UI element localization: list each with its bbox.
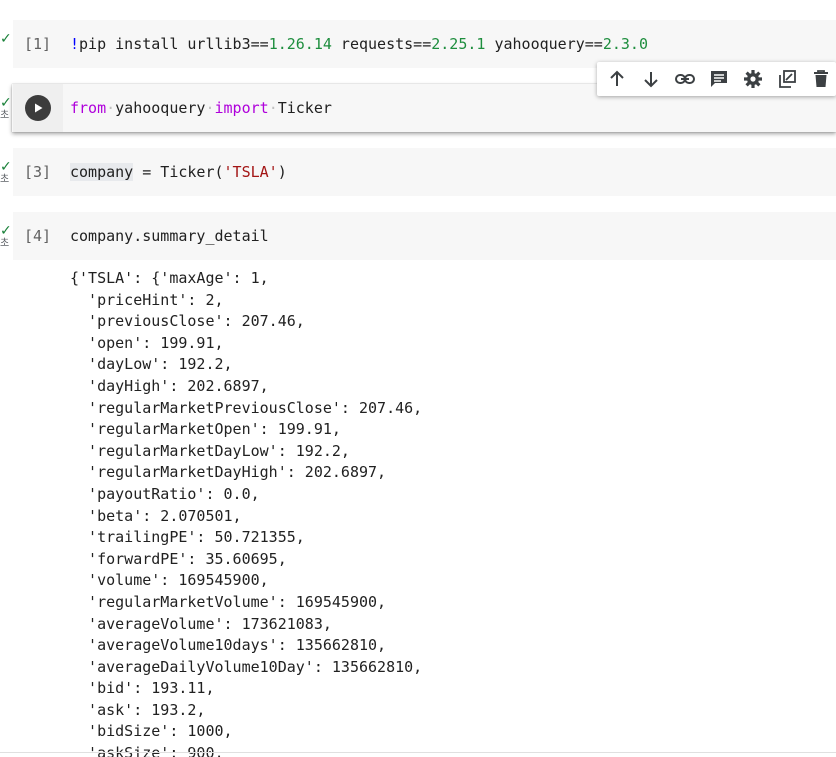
code-cell-4[interactable]: ✓ 초 [4] company.summary_detail xyxy=(0,212,836,260)
output-line: 'payoutRatio': 0.0, xyxy=(70,484,260,503)
code-token: ! xyxy=(70,35,80,53)
code-token: pip install urllib3== xyxy=(79,35,269,53)
mirror-cell-button[interactable] xyxy=(773,65,801,93)
execution-count: [1] xyxy=(24,35,52,53)
code-token: · xyxy=(106,99,116,117)
link-icon xyxy=(675,74,695,84)
checkmark-icon: ✓ xyxy=(0,95,12,111)
checkmark-icon: ✓ xyxy=(0,223,12,239)
move-down-button[interactable] xyxy=(637,65,665,93)
output-line: 'previousClose': 207.46, xyxy=(70,312,305,331)
code-token: 'TSLA' xyxy=(223,163,278,181)
move-up-button[interactable] xyxy=(603,65,631,93)
output-line: 'ask': 193.2, xyxy=(70,700,206,719)
divider xyxy=(0,752,836,753)
code-token: ) xyxy=(277,163,287,181)
output-line: 'regularMarketVolume': 169545900, xyxy=(70,592,387,611)
run-cell-button[interactable] xyxy=(13,84,63,132)
output-line: 'regularMarketOpen': 199.91, xyxy=(70,420,341,439)
cell-gutter: ✓ [1] xyxy=(0,20,62,68)
exec-time-label: 초 xyxy=(0,174,10,185)
output-line: 'averageVolume': 173621083, xyxy=(70,614,332,633)
gear-icon xyxy=(744,70,762,88)
exec-time-label: 초 xyxy=(0,110,10,121)
output-line: 'askSize': 900, xyxy=(70,744,224,757)
checkmark-icon: ✓ xyxy=(0,159,12,175)
code-token: import xyxy=(214,99,269,117)
code-token: company xyxy=(70,163,134,181)
code-cell-1[interactable]: ✓ [1] ! pip install urllib3== 1.26.14 requ… xyxy=(0,20,836,68)
output-line: 'trailingPE': 50.721355, xyxy=(70,528,305,547)
code-token: = Ticker( xyxy=(133,163,224,181)
output-line: 'bid': 193.11, xyxy=(70,679,215,698)
output-line: {'TSLA': {'maxAge': 1, xyxy=(70,269,269,287)
checkmark-icon: ✓ xyxy=(0,31,12,47)
play-icon xyxy=(25,95,51,121)
execution-count: [3] xyxy=(24,163,52,181)
output-line: 'regularMarketPreviousClose': 207.46, xyxy=(70,398,423,417)
output-line: 'bidSize': 1000, xyxy=(70,722,233,741)
execution-count: [4] xyxy=(24,227,52,245)
comment-button[interactable] xyxy=(705,65,733,93)
code-editor[interactable]: from · yahooquery · import · Ticker xyxy=(70,84,332,132)
code-editor[interactable]: company.summary_detail xyxy=(70,212,269,260)
output-line: 'dayLow': 192.2, xyxy=(70,355,233,374)
cell-output: {'TSLA': {'maxAge': 1, 'priceHint': 2, '… xyxy=(70,268,836,757)
comment-icon xyxy=(711,71,727,87)
settings-button[interactable] xyxy=(739,65,767,93)
delete-button[interactable] xyxy=(807,65,835,93)
output-line: 'volume': 169545900, xyxy=(70,571,269,590)
output-line: 'forwardPE': 35.60695, xyxy=(70,549,287,568)
code-token: 2.3.0 xyxy=(602,35,648,53)
code-token: company.summary_detail xyxy=(70,227,269,245)
code-token: 1.26.14 xyxy=(268,35,332,53)
output-line: 'regularMarketDayHigh': 202.6897, xyxy=(70,463,387,482)
output-line: 'beta': 2.070501, xyxy=(70,506,242,525)
output-line: 'open': 199.91, xyxy=(70,333,224,352)
output-line: 'priceHint': 2, xyxy=(70,290,224,309)
output-line: 'dayHigh': 202.6897, xyxy=(70,376,269,395)
mirror-icon xyxy=(779,70,796,88)
arrow-down-icon xyxy=(644,72,658,88)
cell-gutter: ✓ 초 [3] xyxy=(0,148,62,196)
code-token: yahooquery xyxy=(115,99,206,117)
code-token: Ticker xyxy=(277,99,332,117)
code-editor[interactable]: company = Ticker('TSLA') xyxy=(70,148,287,196)
output-line: 'averageDailyVolume10Day': 135662810, xyxy=(70,657,423,676)
code-token: from xyxy=(70,99,107,117)
code-token: 2.25.1 xyxy=(431,35,486,53)
code-token: requests== xyxy=(331,35,432,53)
code-cell-3[interactable]: ✓ 초 [3] company = Ticker('TSLA') xyxy=(0,148,836,196)
code-token: · xyxy=(268,99,278,117)
output-line: 'regularMarketDayLow': 192.2, xyxy=(70,441,350,460)
arrow-up-icon xyxy=(610,70,624,86)
link-button[interactable] xyxy=(671,65,699,93)
cell-toolbar xyxy=(597,62,836,96)
exec-time-label: 초 xyxy=(0,238,10,249)
cell-gutter: ✓ 초 [4] xyxy=(0,212,62,260)
code-token: · xyxy=(205,99,215,117)
code-editor[interactable]: ! pip install urllib3== 1.26.14 requests==… xyxy=(70,20,648,68)
trash-icon xyxy=(814,70,828,87)
code-token: yahooquery== xyxy=(485,35,603,53)
output-line: 'averageVolume10days': 135662810, xyxy=(70,636,387,655)
